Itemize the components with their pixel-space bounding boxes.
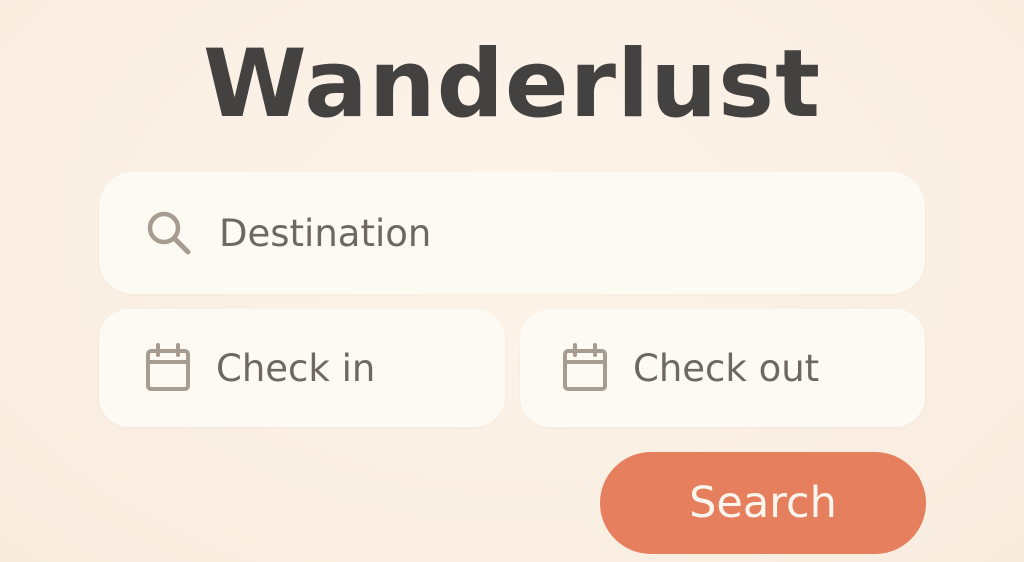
- check-out-field[interactable]: Check out: [520, 309, 925, 427]
- search-button[interactable]: Search: [600, 452, 926, 554]
- destination-field[interactable]: Destination: [99, 172, 925, 294]
- destination-placeholder: Destination: [219, 211, 432, 255]
- app-root: Wanderlust Destination Check in Check ou…: [0, 0, 1024, 562]
- check-in-placeholder: Check in: [216, 346, 376, 390]
- calendar-icon: [562, 343, 608, 393]
- check-out-placeholder: Check out: [633, 346, 820, 390]
- app-title: Wanderlust: [202, 30, 822, 139]
- search-icon: [145, 209, 193, 257]
- check-in-field[interactable]: Check in: [99, 309, 505, 427]
- calendar-icon: [145, 343, 191, 393]
